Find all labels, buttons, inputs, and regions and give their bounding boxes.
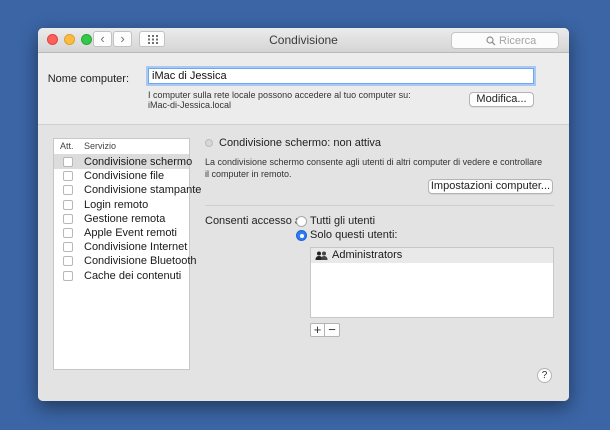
sharing-window: ‹ › Condivisione Ricerca Nome computer: … xyxy=(38,28,569,401)
search-icon xyxy=(486,36,496,46)
column-header-on[interactable]: Att. xyxy=(60,141,74,151)
service-row-internet-sharing[interactable]: Condivisione Internet xyxy=(54,240,189,254)
user-group-name: Administrators xyxy=(332,249,403,261)
modify-button[interactable]: Modifica... xyxy=(469,92,534,107)
service-checkbox[interactable] xyxy=(63,242,73,253)
list-item[interactable]: Administrators xyxy=(311,248,553,263)
services-list: Att. Servizio Condivisione schermo Condi… xyxy=(53,138,201,370)
computer-settings-button[interactable]: Impostazioni computer... xyxy=(428,179,553,194)
service-row-file-sharing[interactable]: Condivisione file xyxy=(54,169,189,183)
only-these-users-radio[interactable] xyxy=(296,230,307,241)
services-list-header: Att. Servizio xyxy=(54,139,189,155)
title-bar: ‹ › Condivisione Ricerca xyxy=(38,28,569,53)
service-checkbox[interactable] xyxy=(63,213,73,224)
remove-user-button[interactable]: − xyxy=(325,323,340,337)
service-checkbox[interactable] xyxy=(63,270,73,281)
network-note-line: I computer sulla rete locale possono acc… xyxy=(148,90,411,100)
service-row-screen-sharing[interactable]: Condivisione schermo xyxy=(54,155,193,170)
only-these-users-label[interactable]: Solo questi utenti: xyxy=(310,229,397,241)
service-row-remote-apple-events[interactable]: Apple Event remoti xyxy=(54,226,189,240)
service-label: Apple Event remoti xyxy=(84,226,177,239)
service-row-bluetooth-sharing[interactable]: Condivisione Bluetooth xyxy=(54,254,197,268)
computer-name-input[interactable]: iMac di Jessica xyxy=(148,68,534,84)
service-row-content-caching[interactable]: Cache dei contenuti xyxy=(54,269,189,283)
service-checkbox[interactable] xyxy=(63,185,73,196)
all-users-label[interactable]: Tutti gli utenti xyxy=(310,215,375,227)
service-label: Condivisione Internet xyxy=(84,241,188,254)
service-row-printer-sharing[interactable]: Condivisione stampante xyxy=(54,183,201,197)
divider xyxy=(205,205,554,206)
service-description: La condivisione schermo consente agli ut… xyxy=(205,157,543,179)
service-status: Condivisione schermo: non attiva xyxy=(219,137,382,149)
computer-name-label: Nome computer: xyxy=(47,73,129,85)
service-label: Condivisione schermo xyxy=(84,156,193,168)
local-hostname: iMac-di-Jessica.local xyxy=(148,100,232,110)
column-header-service[interactable]: Servizio xyxy=(84,141,116,151)
sharing-panel: Att. Servizio Condivisione schermo Condi… xyxy=(38,124,569,401)
service-row-remote-login[interactable]: Login remoto xyxy=(54,198,189,212)
network-address-note: I computer sulla rete locale possono acc… xyxy=(148,90,411,110)
service-row-remote-management[interactable]: Gestione remota xyxy=(54,212,189,226)
service-label: Condivisione Bluetooth xyxy=(84,255,197,268)
service-label: Condivisione file xyxy=(84,170,165,183)
search-placeholder: Ricerca xyxy=(499,35,537,47)
status-indicator xyxy=(205,139,213,147)
service-checkbox[interactable] xyxy=(63,227,73,238)
access-label: Consenti accesso a: xyxy=(205,215,305,227)
service-checkbox[interactable] xyxy=(63,157,73,167)
service-label: Gestione remota xyxy=(84,212,166,225)
computer-name-section: Nome computer: iMac di Jessica I compute… xyxy=(38,53,569,125)
search-field[interactable]: Ricerca xyxy=(451,32,559,49)
service-label: Login remoto xyxy=(84,198,149,211)
service-checkbox[interactable] xyxy=(63,256,73,267)
service-checkbox[interactable] xyxy=(63,199,73,210)
all-users-radio[interactable] xyxy=(296,216,307,227)
help-button[interactable]: ? xyxy=(537,368,552,383)
group-icon xyxy=(315,251,328,260)
add-user-button[interactable]: + xyxy=(310,323,325,337)
service-label: Cache dei contenuti xyxy=(84,269,182,282)
service-checkbox[interactable] xyxy=(63,171,73,182)
allowed-users-list[interactable]: Administrators xyxy=(310,247,554,318)
service-label: Condivisione stampante xyxy=(84,184,202,197)
